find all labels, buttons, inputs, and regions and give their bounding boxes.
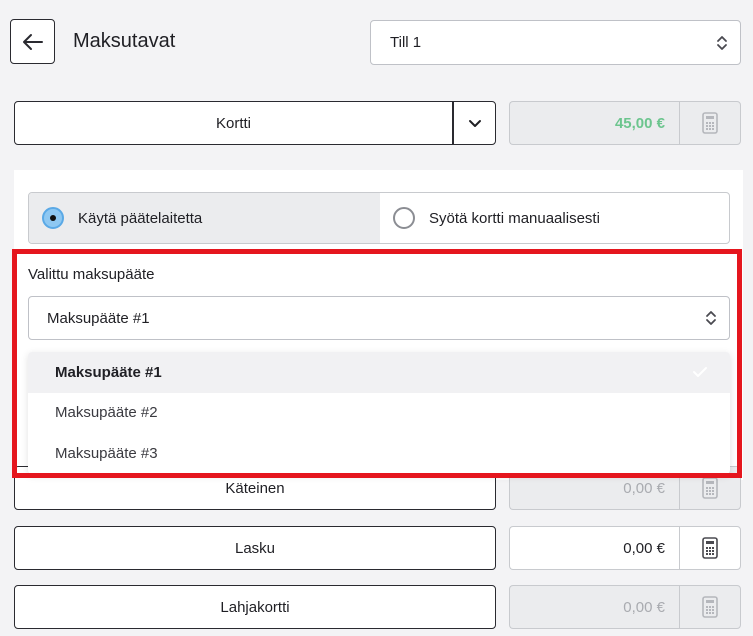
calculator-icon [702,112,718,134]
method-button-card[interactable]: Kortti [14,101,453,145]
amount-field-invoice[interactable]: 0,00 € [509,526,679,570]
method-button-invoice[interactable]: Lasku [14,526,496,570]
calculator-icon [702,596,718,618]
amount-value: 0,00 € [623,598,665,616]
calculator-button-invoice[interactable] [679,526,741,570]
amount-value: 0,00 € [623,539,665,557]
radio-use-terminal[interactable]: Käytä päätelaitetta [29,193,380,243]
highlight-box [12,249,742,478]
method-button-giftcard[interactable]: Lahjakortti [14,585,496,629]
page-title: Maksutavat [73,30,176,52]
card-mode-radio-group: Käytä päätelaitetta Syötä kortti manuaal… [28,192,730,244]
radio-manual-entry[interactable]: Syötä kortti manuaalisesti [380,193,729,243]
radio-label: Syötä kortti manuaalisesti [429,209,600,227]
method-label: Lahjakortti [220,598,290,616]
amount-value: 0,00 € [623,479,665,497]
amount-value: 45,00 € [614,114,665,132]
radio-unchecked-icon [393,207,415,229]
method-label: Lasku [234,539,276,557]
method-dropdown-toggle[interactable] [453,101,496,145]
amount-field-card[interactable]: 45,00 € [509,101,679,145]
chevron-down-icon [468,119,481,127]
calculator-icon [702,477,718,499]
back-button[interactable] [10,19,55,64]
amount-field-giftcard[interactable]: 0,00 € [509,585,679,629]
till-select[interactable]: Till 1 [370,20,741,65]
arrow-left-icon [22,33,43,50]
calculator-button-card[interactable] [679,101,741,145]
radio-checked-icon [42,207,64,229]
calculator-icon [702,537,718,559]
method-label: Käteinen [225,479,285,497]
calculator-button-giftcard[interactable] [679,585,741,629]
chevron-updown-icon [717,35,727,50]
till-select-value: Till 1 [390,34,422,51]
radio-label: Käytä päätelaitetta [78,209,203,227]
method-label: Kortti [215,114,251,132]
